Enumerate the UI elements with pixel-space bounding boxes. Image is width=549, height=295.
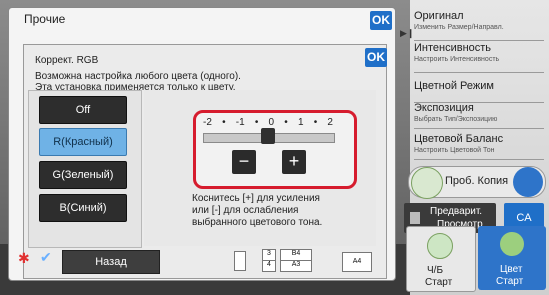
slider-tick-dot: • bbox=[254, 117, 259, 128]
bw-start-icon bbox=[427, 233, 453, 259]
sidebar-item-sublabel: Настроить Цветовой Тон bbox=[414, 147, 495, 154]
slider-tick-label: -1 bbox=[235, 117, 245, 128]
slider-tick-dot: • bbox=[222, 117, 226, 128]
slider-ticks: -2 • -1 • 0 • 1 • 2 bbox=[203, 117, 333, 128]
paper-size-a3: A3 bbox=[280, 260, 312, 272]
bw-start-button[interactable]: Ч/Б Старт bbox=[406, 226, 476, 292]
hint-text: Коснитесь [+] для усиления или [-] для о… bbox=[192, 193, 322, 229]
color-start-icon bbox=[500, 232, 524, 256]
preview-icon bbox=[410, 212, 420, 224]
sidebar-item-label: Экспозиция bbox=[414, 102, 474, 114]
slider-tick-label: 2 bbox=[327, 117, 333, 128]
sidebar-item-sublabel: Выбрать Тип/Экспозицию bbox=[414, 116, 498, 123]
slider-tick-label: 0 bbox=[268, 117, 275, 128]
color-green-button[interactable]: G(Зеленый) bbox=[39, 161, 127, 189]
sidebar-item-label: Цветовой Баланс bbox=[414, 133, 504, 145]
plus-button[interactable]: + bbox=[282, 150, 306, 174]
color-blue-button[interactable]: B(Синий) bbox=[39, 194, 127, 222]
paper-count-2: 4 bbox=[262, 260, 276, 272]
proof-copy-label: Проб. Копия bbox=[445, 175, 509, 187]
proof-copy-button[interactable]: Проб. Копия bbox=[408, 166, 546, 199]
collapse-arrow-icon[interactable]: ▶❙ bbox=[400, 28, 414, 39]
sidebar-item-label: Оригинал bbox=[414, 10, 464, 22]
slider-thumb[interactable] bbox=[261, 128, 275, 144]
slider-tick-label: -2 bbox=[203, 117, 212, 128]
slider-tick-dot: • bbox=[284, 117, 288, 128]
color-start-label-1: Цвет bbox=[500, 264, 523, 275]
sidebar-item-exposure[interactable]: Экспозиция Выбрать Тип/Экспозицию bbox=[414, 102, 544, 129]
color-start-button[interactable]: Цвет Старт bbox=[478, 226, 546, 290]
hint-line: выбранного цветового тона. bbox=[192, 217, 323, 228]
sidebar-item-sublabel: Изменить Размер/Направл. bbox=[414, 24, 504, 31]
paper-size-a4: A4 bbox=[342, 252, 372, 272]
sidebar-item-sublabel: Настроить Интенсивность bbox=[414, 56, 500, 63]
hint-line: или [-] для ослабления bbox=[192, 205, 299, 216]
minus-button[interactable]: − bbox=[232, 150, 256, 174]
slider-tick-dot: • bbox=[313, 117, 318, 128]
color-start-label-2: Старт bbox=[496, 276, 524, 287]
sidebar-item-label: Интенсивность bbox=[414, 42, 492, 54]
bw-start-label-2: Старт bbox=[425, 277, 453, 288]
check-icon[interactable]: ✔ bbox=[40, 249, 52, 266]
outer-dialog-title: Прочие bbox=[24, 12, 66, 26]
inner-ok-button[interactable]: OK bbox=[365, 48, 387, 67]
tray-icon bbox=[234, 251, 246, 271]
sidebar-item-color-balance[interactable]: Цветовой Баланс Настроить Цветовой Тон bbox=[414, 133, 544, 160]
color-red-button[interactable]: R(Красный) bbox=[39, 128, 127, 156]
description-line: Возможна настройка любого цвета (одного)… bbox=[35, 71, 241, 82]
bw-start-label-1: Ч/Б bbox=[427, 265, 444, 276]
hint-line: Коснитесь [+] для усиления bbox=[192, 193, 320, 204]
slider-tick-label: 1 bbox=[297, 117, 304, 128]
sidebar-item-label: Цветной Режим bbox=[414, 80, 494, 92]
proof-copy-icon bbox=[411, 167, 443, 199]
sidebar-item-original[interactable]: Оригинал Изменить Размер/Направл. bbox=[414, 10, 544, 41]
inner-dialog-title: Коррект. RGB bbox=[35, 55, 99, 66]
preview-label-1: Предварит. bbox=[430, 206, 483, 217]
color-proof-icon bbox=[513, 167, 543, 197]
back-button[interactable]: Назад bbox=[62, 250, 160, 274]
star-icon[interactable]: ✱ bbox=[18, 250, 30, 267]
sidebar-item-intensity[interactable]: Интенсивность Настроить Интенсивность bbox=[414, 42, 544, 73]
color-off-button[interactable]: Off bbox=[39, 96, 127, 124]
sidebar-item-color-mode[interactable]: Цветной Режим bbox=[414, 76, 544, 103]
outer-ok-button[interactable]: OK bbox=[370, 11, 392, 30]
